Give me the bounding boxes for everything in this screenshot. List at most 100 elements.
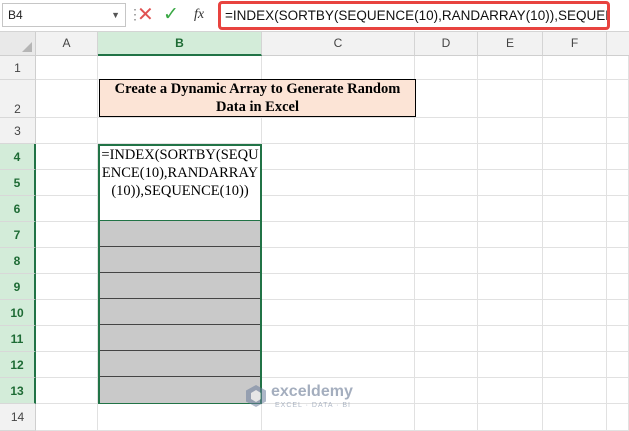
cell[interactable] xyxy=(262,248,415,274)
cell[interactable] xyxy=(478,378,543,404)
cell[interactable] xyxy=(607,352,629,378)
row-header-10[interactable]: 10 xyxy=(0,300,36,326)
cell[interactable] xyxy=(478,196,543,222)
column-header-b[interactable]: B xyxy=(98,32,262,56)
cell[interactable] xyxy=(415,56,478,80)
row-header-6[interactable]: 6 xyxy=(0,196,36,222)
cell[interactable] xyxy=(543,352,607,378)
row-header-12[interactable]: 12 xyxy=(0,352,36,378)
cell[interactable] xyxy=(36,118,98,144)
cell[interactable] xyxy=(36,352,98,378)
title-cell[interactable]: Create a Dynamic Array to Generate Rando… xyxy=(99,79,416,117)
cell[interactable] xyxy=(262,196,415,222)
row-header-9[interactable]: 9 xyxy=(0,274,36,300)
cell[interactable] xyxy=(36,378,98,404)
row-header-4[interactable]: 4 xyxy=(0,144,36,170)
cell[interactable] xyxy=(478,326,543,352)
cell[interactable] xyxy=(478,56,543,80)
cancel-icon[interactable]: ✕ xyxy=(137,2,154,28)
formula-input[interactable]: =INDEX(SORTBY(SEQUENCE(10),RANDARRAY(10)… xyxy=(218,1,610,30)
spill-cell[interactable] xyxy=(100,325,260,351)
cell[interactable] xyxy=(415,326,478,352)
cell[interactable] xyxy=(543,274,607,300)
column-header-c[interactable]: C xyxy=(262,32,415,56)
row-header-11[interactable]: 11 xyxy=(0,326,36,352)
cell[interactable] xyxy=(36,222,98,248)
row-header-2[interactable]: 2 xyxy=(0,80,36,118)
cell[interactable] xyxy=(478,248,543,274)
cell[interactable] xyxy=(607,196,629,222)
cell[interactable] xyxy=(415,404,478,431)
cell[interactable] xyxy=(478,170,543,196)
row-header-13[interactable]: 13 xyxy=(0,378,36,404)
cell[interactable] xyxy=(36,80,98,118)
cell[interactable] xyxy=(607,378,629,404)
cell[interactable] xyxy=(262,222,415,248)
cell[interactable] xyxy=(36,196,98,222)
cell[interactable] xyxy=(415,300,478,326)
cell[interactable] xyxy=(262,118,415,144)
cell[interactable] xyxy=(543,300,607,326)
cell[interactable] xyxy=(98,56,262,80)
cell[interactable] xyxy=(262,170,415,196)
column-header-next[interactable] xyxy=(607,32,629,56)
cell[interactable] xyxy=(607,248,629,274)
cell[interactable] xyxy=(415,80,478,118)
spill-cell[interactable] xyxy=(100,377,260,403)
column-header-f[interactable]: F xyxy=(543,32,607,56)
row-header-5[interactable]: 5 xyxy=(0,170,36,196)
cell[interactable] xyxy=(415,274,478,300)
select-all-button[interactable] xyxy=(0,32,36,56)
cell[interactable] xyxy=(543,222,607,248)
cell[interactable] xyxy=(262,144,415,170)
row-header-8[interactable]: 8 xyxy=(0,248,36,274)
cell[interactable] xyxy=(36,144,98,170)
insert-function-icon[interactable]: fx xyxy=(194,4,204,26)
cell[interactable] xyxy=(262,326,415,352)
cell[interactable] xyxy=(478,274,543,300)
cell[interactable] xyxy=(478,404,543,431)
spill-cell[interactable] xyxy=(100,273,260,299)
enter-icon[interactable]: ✓ xyxy=(163,2,179,28)
cell[interactable] xyxy=(607,170,629,196)
cell[interactable] xyxy=(415,118,478,144)
cell[interactable] xyxy=(36,300,98,326)
cell[interactable] xyxy=(607,144,629,170)
cell[interactable] xyxy=(36,326,98,352)
cell[interactable] xyxy=(415,196,478,222)
cell[interactable] xyxy=(415,352,478,378)
cell[interactable] xyxy=(262,56,415,80)
cell[interactable] xyxy=(543,248,607,274)
cell[interactable] xyxy=(478,300,543,326)
chevron-down-icon[interactable]: ▼ xyxy=(111,4,120,26)
cell[interactable] xyxy=(543,56,607,80)
cell[interactable] xyxy=(98,118,262,144)
cell[interactable] xyxy=(607,300,629,326)
cell[interactable] xyxy=(607,80,629,118)
cell[interactable] xyxy=(262,274,415,300)
formula-cell-b4[interactable]: =INDEX(SORTBY(SEQUENCE(10),RANDARRAY(10)… xyxy=(98,144,262,222)
cell[interactable] xyxy=(262,300,415,326)
spill-cell[interactable] xyxy=(100,221,260,247)
cell[interactable] xyxy=(478,222,543,248)
cell[interactable] xyxy=(478,118,543,144)
cell[interactable] xyxy=(543,118,607,144)
cell[interactable] xyxy=(36,248,98,274)
cell[interactable] xyxy=(262,352,415,378)
cell[interactable] xyxy=(415,248,478,274)
row-header-1[interactable]: 1 xyxy=(0,56,36,80)
cell[interactable] xyxy=(543,170,607,196)
cell[interactable] xyxy=(543,144,607,170)
cell[interactable] xyxy=(415,222,478,248)
cell[interactable] xyxy=(478,80,543,118)
row-header-14[interactable]: 14 xyxy=(0,404,36,431)
cell[interactable] xyxy=(607,56,629,80)
cell[interactable] xyxy=(543,80,607,118)
row-header-7[interactable]: 7 xyxy=(0,222,36,248)
cell[interactable] xyxy=(607,404,629,431)
cell[interactable] xyxy=(415,170,478,196)
cell[interactable] xyxy=(36,56,98,80)
cell[interactable] xyxy=(36,404,98,431)
column-header-d[interactable]: D xyxy=(415,32,478,56)
cell[interactable] xyxy=(478,352,543,378)
